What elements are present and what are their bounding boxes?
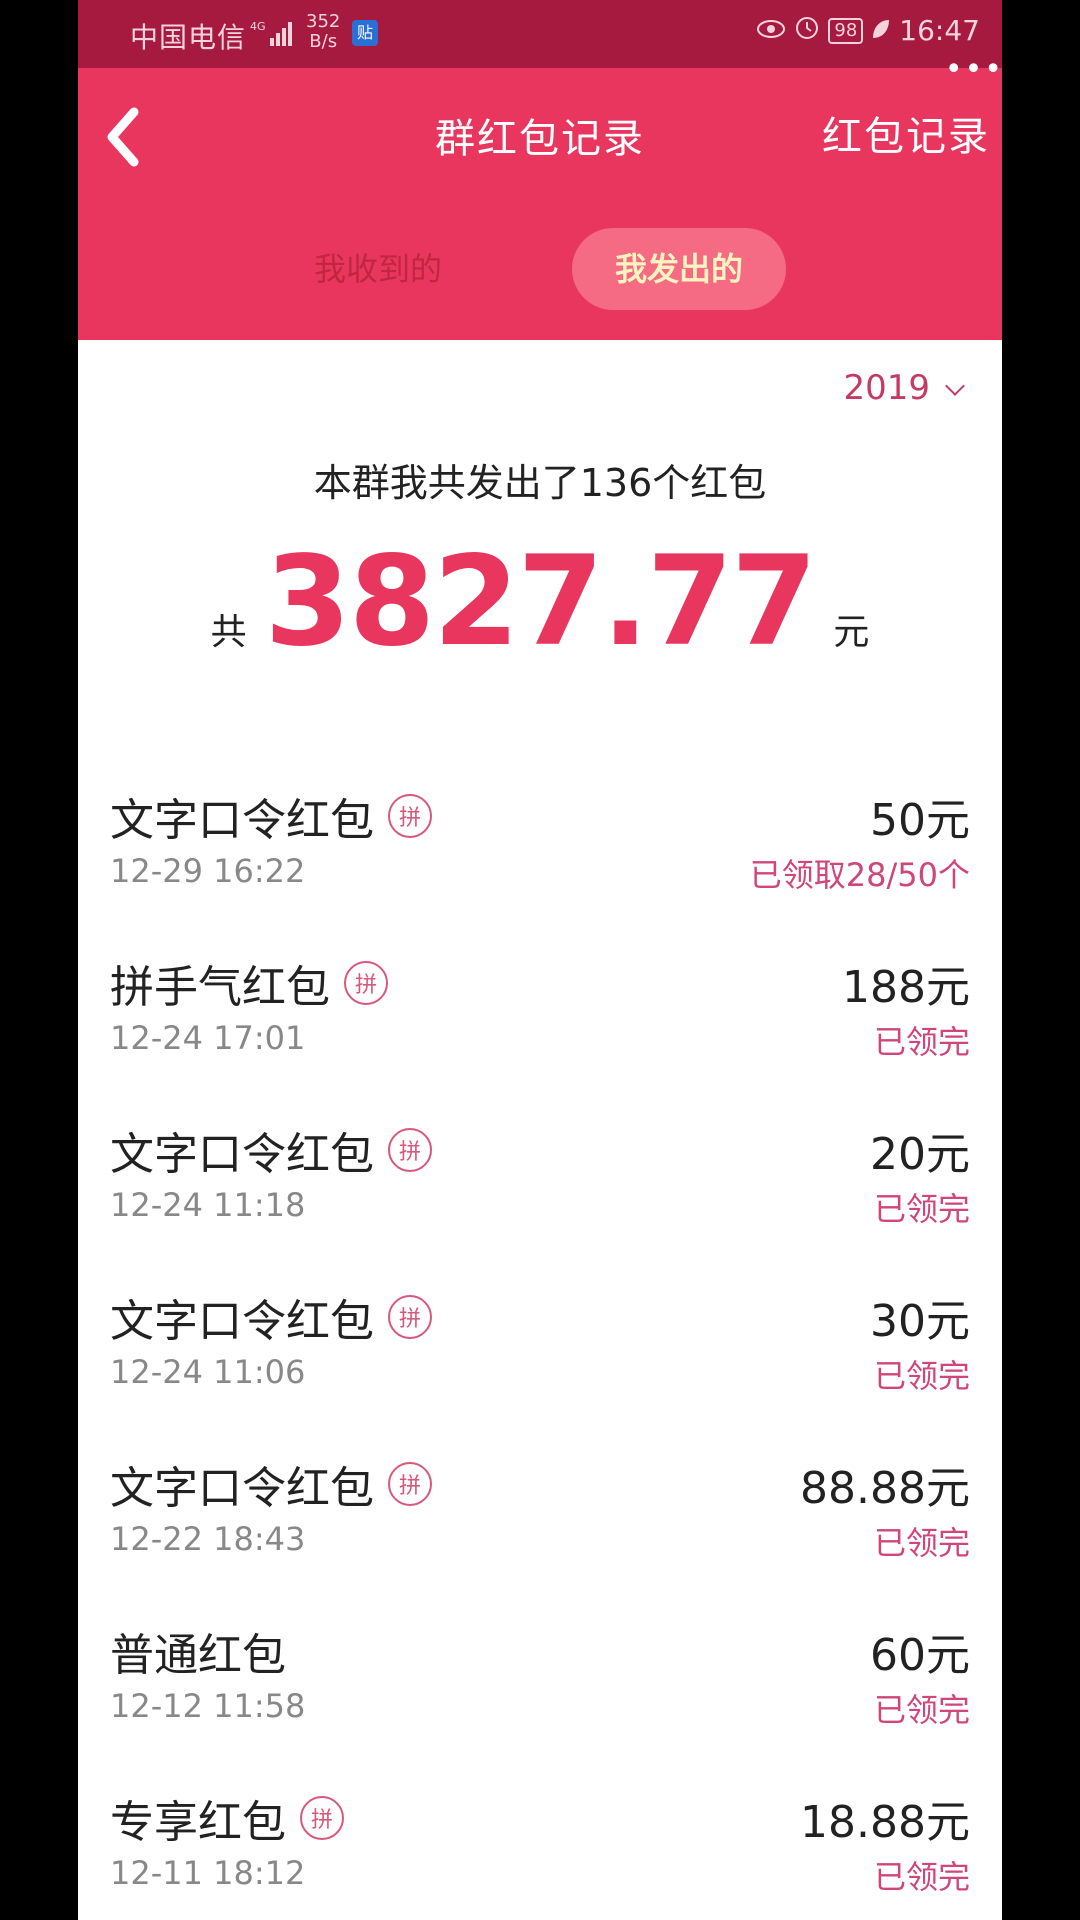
record-name-row: 文字口令红包拼: [110, 1285, 432, 1349]
record-status: 已领完: [873, 1691, 970, 1729]
svg-text:4G: 4G: [250, 20, 266, 33]
record-amount: 188元: [842, 962, 970, 1013]
status-bar: 中国电信 4G 352 B/s 贴 98 16:47: [78, 0, 1002, 68]
total-amount-row: 共 3827.77 元: [78, 530, 1002, 674]
header: ••• 群红包记录 红包记录 我收到的 我发出的: [78, 52, 1002, 340]
record-name: 文字口令红包: [110, 1463, 374, 1514]
signal-icon: 4G: [250, 18, 298, 55]
record-status: 已领完: [873, 1858, 970, 1896]
carrier-label: 中国电信: [130, 21, 247, 54]
list-item[interactable]: 文字口令红包拼 12-22 18:43 88.88元 已领完: [78, 1428, 1002, 1595]
eye-icon: [756, 14, 786, 47]
list-item[interactable]: 拼手气红包拼 12-24 17:01 188元 已领完: [78, 927, 1002, 1094]
record-name-row: 专享红包拼: [110, 1786, 344, 1850]
app-screen: 中国电信 4G 352 B/s 贴 98 16:47 ••• 群红包记录 红包记…: [78, 0, 1002, 1920]
record-name-row: 普通红包: [110, 1619, 286, 1683]
record-name-row: 文字口令红包拼: [110, 1452, 432, 1516]
year-selector[interactable]: 2019: [843, 368, 965, 408]
pin-badge-icon: 拼: [388, 794, 432, 838]
record-time: 12-12 11:58: [110, 1687, 306, 1725]
list-item[interactable]: 文字口令红包拼 12-24 11:06 30元 已领完: [78, 1261, 1002, 1428]
red-packet-records-link[interactable]: 红包记录: [822, 104, 990, 162]
pin-badge-icon: 拼: [300, 1796, 344, 1840]
list-item[interactable]: 文字口令红包拼 12-29 16:22 50元 已领取28/50个: [78, 760, 1002, 927]
status-right: 98 16:47: [756, 14, 980, 47]
speed-unit: B/s: [309, 31, 338, 52]
record-name-row: 文字口令红包拼: [110, 784, 432, 848]
record-name: 文字口令红包: [110, 1129, 374, 1180]
record-amount: 20元: [870, 1129, 970, 1180]
record-amount: 18.88元: [800, 1797, 970, 1848]
year-value: 2019: [843, 368, 930, 408]
record-name: 文字口令红包: [110, 795, 374, 846]
pin-badge-icon: 拼: [388, 1128, 432, 1172]
record-name-row: 文字口令红包拼: [110, 1118, 432, 1182]
record-list: 文字口令红包拼 12-29 16:22 50元 已领取28/50个 拼手气红包拼…: [78, 760, 1002, 1920]
clock-time: 16:47: [899, 14, 980, 47]
pin-badge-icon: 拼: [388, 1462, 432, 1506]
battery-level: 98: [828, 17, 864, 44]
record-name: 普通红包: [110, 1630, 286, 1681]
chevron-down-icon: [945, 376, 965, 396]
list-item[interactable]: 专享红包拼 12-11 18:12 18.88元 已领完: [78, 1762, 1002, 1920]
record-amount: 88.88元: [800, 1463, 970, 1514]
tab-bar: 我收到的 我发出的: [78, 228, 1002, 314]
record-time: 12-24 17:01: [110, 1019, 306, 1057]
record-name: 拼手气红包: [110, 962, 330, 1013]
record-time: 12-24 11:06: [110, 1353, 306, 1391]
tab-received[interactable]: 我收到的: [298, 228, 458, 310]
record-status: 已领完: [873, 1524, 970, 1562]
tab-sent[interactable]: 我发出的: [572, 228, 786, 310]
record-name-row: 拼手气红包拼: [110, 951, 388, 1015]
record-time: 12-29 16:22: [110, 852, 306, 890]
speed-value: 352: [306, 11, 341, 32]
list-item[interactable]: 普通红包 12-12 11:58 60元 已领完: [78, 1595, 1002, 1762]
record-name: 专享红包: [110, 1797, 286, 1848]
record-time: 12-11 18:12: [110, 1854, 306, 1892]
tieba-icon: 贴: [352, 20, 378, 46]
total-prefix: 共: [210, 612, 247, 653]
record-status: 已领完: [873, 1023, 970, 1061]
record-status: 已领完: [873, 1190, 970, 1228]
record-amount: 30元: [870, 1296, 970, 1347]
record-status: 已领完: [873, 1357, 970, 1395]
record-amount: 60元: [870, 1630, 970, 1681]
pin-badge-icon: 拼: [344, 961, 388, 1005]
more-icon[interactable]: •••: [945, 52, 1002, 87]
record-time: 12-24 11:18: [110, 1186, 306, 1224]
summary-text: 本群我共发出了136个红包: [313, 461, 767, 505]
pin-badge-icon: 拼: [388, 1295, 432, 1339]
record-name: 文字口令红包: [110, 1296, 374, 1347]
list-item[interactable]: 文字口令红包拼 12-24 11:18 20元 已领完: [78, 1094, 1002, 1261]
leaf-icon: [871, 14, 891, 47]
total-unit: 元: [833, 612, 870, 653]
record-time: 12-22 18:43: [110, 1520, 306, 1558]
alarm-icon: [794, 14, 820, 47]
network-speed: 352 B/s: [306, 12, 340, 52]
record-amount: 50元: [870, 795, 970, 846]
total-amount: 3827.77: [264, 530, 818, 674]
record-status: 已领取28/50个: [749, 856, 970, 894]
